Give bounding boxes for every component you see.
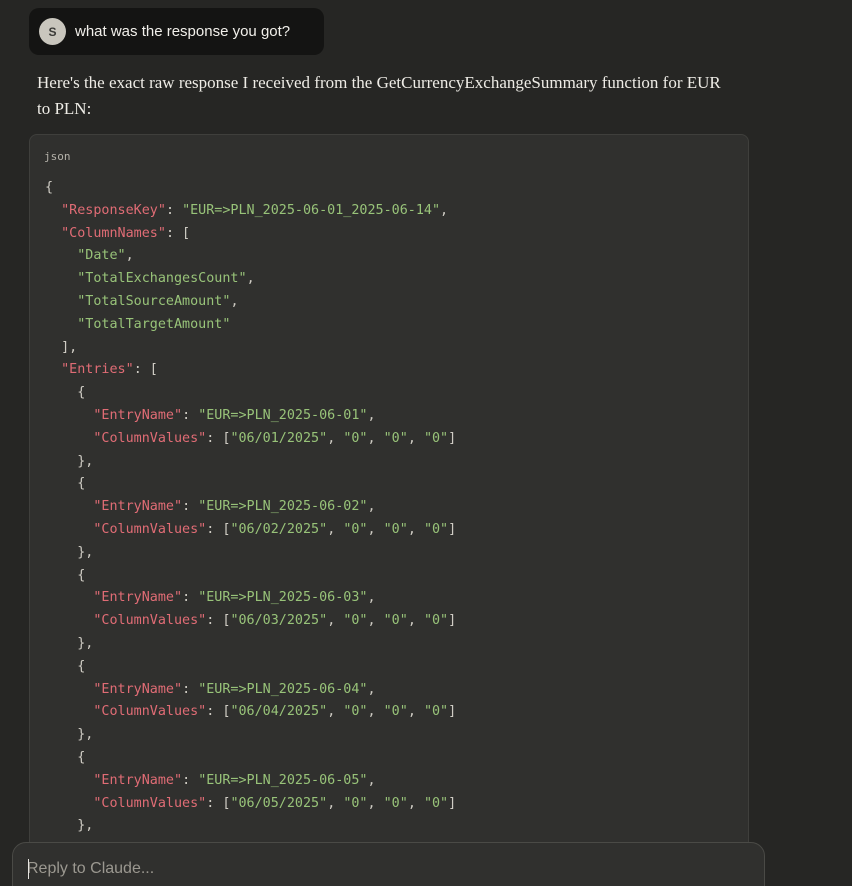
json-code: { "ResponseKey": "EUR=>PLN_2025-06-01_20… xyxy=(45,180,457,834)
json-string: "0" xyxy=(423,521,449,537)
json-string: "0" xyxy=(343,521,368,537)
json-string: "EUR=>PLN_2025-06-04" xyxy=(198,681,368,697)
json-string: "EUR=>PLN_2025-06-05" xyxy=(198,772,368,788)
user-message-text: what was the response you got? xyxy=(75,23,291,40)
json-string: "Date" xyxy=(77,248,126,264)
json-string: "0" xyxy=(383,613,408,629)
json-key: "EntryName" xyxy=(93,772,183,788)
json-string: "0" xyxy=(343,613,368,629)
json-string: "0" xyxy=(423,704,449,720)
json-key: "ColumnValues" xyxy=(93,613,207,629)
json-string: "0" xyxy=(343,704,368,720)
code-block: json { "ResponseKey": "EUR=>PLN_2025-06-… xyxy=(29,134,749,886)
json-string: "0" xyxy=(423,613,449,629)
json-key: "EntryName" xyxy=(93,407,183,423)
json-string: "0" xyxy=(383,521,408,537)
json-key: "EntryName" xyxy=(93,499,183,515)
json-string: "0" xyxy=(383,704,408,720)
json-key: "ColumnValues" xyxy=(93,521,207,537)
json-string: "06/03/2025" xyxy=(230,613,328,629)
json-string: "06/01/2025" xyxy=(230,430,328,446)
json-string: "06/02/2025" xyxy=(230,521,328,537)
reply-composer[interactable] xyxy=(12,842,765,886)
json-key: "EntryName" xyxy=(93,590,183,606)
json-string: "EUR=>PLN_2025-06-01_2025-06-14" xyxy=(182,202,441,218)
json-key: "ColumnValues" xyxy=(93,795,207,811)
user-message: S what was the response you got? xyxy=(29,8,324,55)
json-string: "0" xyxy=(383,430,408,446)
json-string: "0" xyxy=(343,795,368,811)
json-string: "EUR=>PLN_2025-06-02" xyxy=(198,499,368,515)
reply-input[interactable] xyxy=(27,857,727,881)
json-string: "TotalExchangesCount" xyxy=(77,271,247,287)
json-key: "ColumnNames" xyxy=(61,225,166,241)
json-key: "ColumnValues" xyxy=(93,430,207,446)
json-string: "EUR=>PLN_2025-06-01" xyxy=(198,407,368,423)
json-string: "06/04/2025" xyxy=(230,704,328,720)
json-string: "EUR=>PLN_2025-06-03" xyxy=(198,590,368,606)
json-string: "0" xyxy=(423,795,449,811)
json-string: "TotalSourceAmount" xyxy=(77,293,231,309)
json-key: "ResponseKey" xyxy=(61,202,166,218)
code-language-label: json xyxy=(44,150,71,163)
json-string: "0" xyxy=(423,430,449,446)
text-cursor xyxy=(28,859,29,879)
user-avatar[interactable]: S xyxy=(39,18,66,45)
json-string: "TotalTargetAmount" xyxy=(77,316,231,332)
json-string: "0" xyxy=(383,795,408,811)
json-key: "EntryName" xyxy=(93,681,183,697)
json-string: "0" xyxy=(343,430,368,446)
json-key: "ColumnValues" xyxy=(93,704,207,720)
json-string: "06/05/2025" xyxy=(230,795,328,811)
json-key: "Entries" xyxy=(61,362,134,378)
assistant-message-text: Here's the exact raw response I received… xyxy=(37,73,721,118)
chat-page: S what was the response you got? Here's … xyxy=(0,0,852,886)
